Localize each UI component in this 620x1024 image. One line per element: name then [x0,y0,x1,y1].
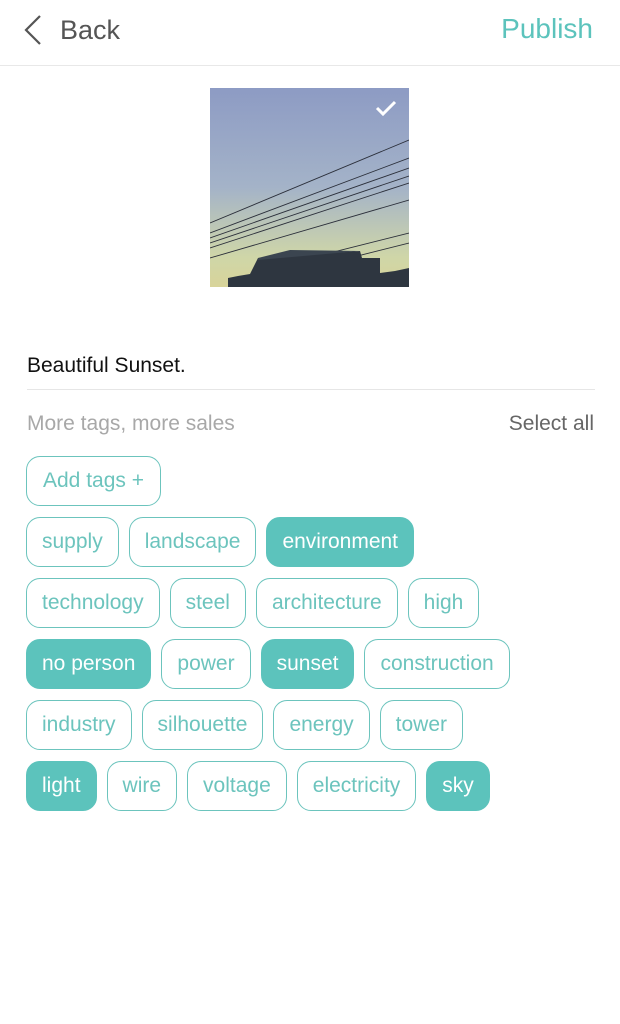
tag-chip-architecture[interactable]: architecture [255,578,398,628]
select-all-button[interactable]: Select all [509,412,594,436]
chevron-left-icon [24,15,41,45]
tag-list: Add tags + supply landscape environment tec… [26,456,596,822]
tag-chip-landscape[interactable]: landscape [128,517,257,567]
caption-field[interactable]: Beautiful Sunset. [27,354,595,390]
tag-row: industry silhouette energy tower [26,700,596,750]
tag-chip-silhouette[interactable]: silhouette [141,700,264,750]
tag-row: no person power sunset construction [26,639,596,689]
tag-chip-construction[interactable]: construction [364,639,510,689]
tag-chip-voltage[interactable]: voltage [187,761,287,811]
tag-chip-industry[interactable]: industry [26,700,132,750]
tag-chip-no-person[interactable]: no person [26,639,152,689]
tags-hint: More tags, more sales [27,412,235,435]
tag-chip-environment[interactable]: environment [266,517,415,567]
tag-chip-steel[interactable]: steel [169,578,246,628]
sunset-photo [210,88,409,287]
tag-chip-power[interactable]: power [161,639,251,689]
nav-bar: Back Publish [0,0,620,66]
tag-chip-electricity[interactable]: electricity [296,761,417,811]
tag-row: supply landscape environment [26,517,596,567]
photo-thumbnail[interactable] [210,88,409,287]
publish-button[interactable]: Publish [501,13,593,45]
back-button[interactable]: Back [22,12,120,48]
back-label: Back [60,14,121,45]
add-tags-button[interactable]: Add tags + [26,456,161,506]
tag-chip-light[interactable]: light [26,761,97,811]
tag-chip-sky[interactable]: sky [426,761,490,811]
tag-chip-energy[interactable]: energy [273,700,370,750]
tag-row: light wire voltage electricity sky [26,761,596,811]
check-icon [375,100,397,116]
tag-chip-high[interactable]: high [407,578,480,628]
tag-row: technology steel architecture high [26,578,596,628]
tag-chip-wire[interactable]: wire [106,761,178,811]
tag-row: Add tags + [26,456,596,506]
tag-chip-sunset[interactable]: sunset [260,639,355,689]
tags-header: More tags, more sales Select all [27,412,594,436]
tag-chip-technology[interactable]: technology [26,578,160,628]
tag-rows: supply landscape environment technology stee… [26,517,596,811]
tag-chip-tower[interactable]: tower [379,700,464,750]
tag-chip-supply[interactable]: supply [26,517,119,567]
